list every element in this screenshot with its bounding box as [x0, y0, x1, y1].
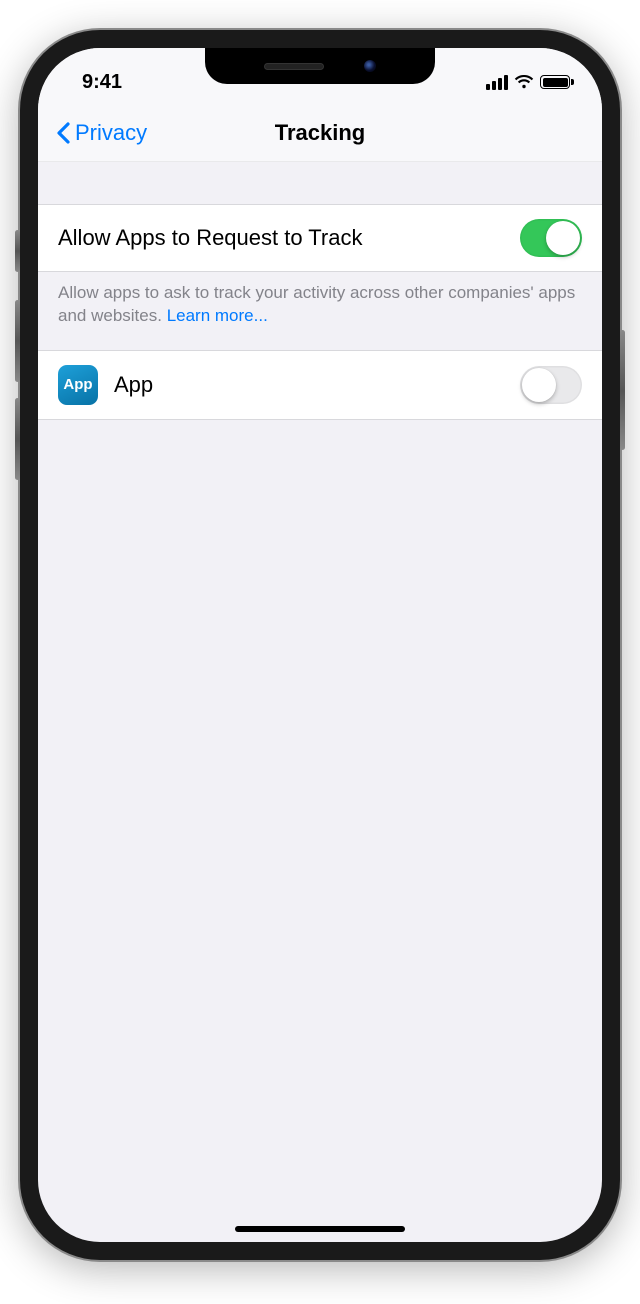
page-title: Tracking: [275, 120, 365, 146]
speaker: [264, 63, 324, 70]
allow-tracking-label: Allow Apps to Request to Track: [58, 225, 520, 251]
app-name-label: App: [114, 372, 520, 398]
allow-tracking-toggle[interactable]: [520, 219, 582, 257]
app-icon: App: [58, 365, 98, 405]
tracking-footer-text: Allow apps to ask to track your activity…: [58, 283, 575, 325]
home-indicator[interactable]: [235, 1226, 405, 1232]
wifi-icon: [514, 75, 534, 90]
battery-icon: [540, 75, 570, 89]
chevron-left-icon: [56, 122, 71, 144]
app-tracking-cell: App App: [38, 350, 602, 420]
status-icons: [486, 75, 570, 90]
allow-tracking-cell: Allow Apps to Request to Track: [38, 204, 602, 272]
volume-down-button: [15, 398, 20, 480]
toggle-knob: [546, 221, 580, 255]
side-button: [15, 230, 20, 272]
back-button[interactable]: Privacy: [56, 120, 147, 146]
content: Allow Apps to Request to Track Allow app…: [38, 162, 602, 420]
app-tracking-toggle[interactable]: [520, 366, 582, 404]
tracking-footer: Allow apps to ask to track your activity…: [38, 272, 602, 338]
volume-up-button: [15, 300, 20, 382]
back-label: Privacy: [75, 120, 147, 146]
phone-frame: 9:41 Privacy Tracking Allow Apps to Requ…: [20, 30, 620, 1260]
learn-more-link[interactable]: Learn more...: [167, 306, 268, 325]
screen: 9:41 Privacy Tracking Allow Apps to Requ…: [38, 48, 602, 1242]
nav-bar: Privacy Tracking: [38, 104, 602, 162]
status-time: 9:41: [70, 71, 122, 94]
toggle-knob: [522, 368, 556, 402]
cellular-icon: [486, 75, 508, 90]
notch: [205, 48, 435, 84]
power-button: [620, 330, 625, 450]
front-camera: [364, 60, 376, 72]
